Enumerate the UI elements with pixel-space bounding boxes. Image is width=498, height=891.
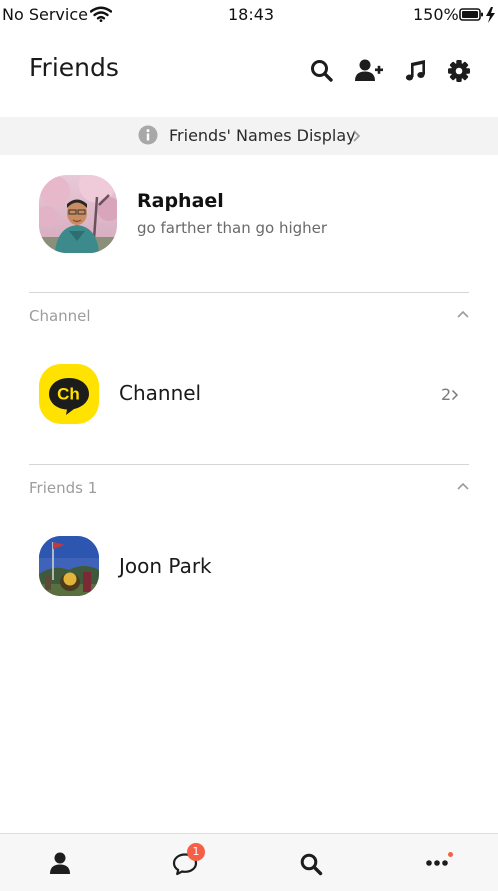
battery-percent: 150% bbox=[413, 5, 459, 24]
gear-icon[interactable] bbox=[446, 58, 472, 84]
tab-more[interactable] bbox=[374, 834, 498, 891]
channel-count: 2 bbox=[441, 385, 452, 404]
battery-icon bbox=[459, 7, 495, 23]
channel-logo[interactable]: Ch bbox=[39, 364, 99, 424]
chevron-right-icon bbox=[353, 130, 361, 142]
page-title: Friends bbox=[29, 53, 119, 82]
tab-chats[interactable]: 1 bbox=[124, 834, 248, 891]
section-header-channel: Channel bbox=[29, 307, 91, 325]
wifi-icon bbox=[90, 6, 112, 22]
clock: 18:43 bbox=[228, 5, 275, 24]
person-icon bbox=[50, 852, 70, 874]
banner-label: Friends' Names Display bbox=[169, 126, 356, 145]
channel-logo-text: Ch bbox=[57, 385, 80, 404]
more-icon bbox=[426, 860, 448, 866]
info-icon bbox=[138, 125, 158, 145]
divider bbox=[29, 464, 469, 465]
friend-name: Joon Park bbox=[119, 554, 212, 578]
friends-names-display-banner[interactable]: Friends' Names Display bbox=[0, 117, 498, 155]
divider bbox=[29, 292, 469, 293]
avatar[interactable] bbox=[39, 175, 117, 253]
tab-friends[interactable] bbox=[0, 834, 124, 891]
music-icon[interactable] bbox=[403, 58, 429, 84]
chevron-right-icon bbox=[451, 389, 459, 401]
status-bar: No Service 18:43 150% bbox=[0, 0, 498, 30]
profile-status-message: go farther than go higher bbox=[137, 219, 328, 237]
carrier-label: No Service bbox=[2, 5, 88, 24]
search-icon[interactable] bbox=[309, 58, 335, 84]
profile-name: Raphael bbox=[137, 190, 224, 212]
friend-avatar[interactable] bbox=[39, 536, 99, 596]
channel-name: Channel bbox=[119, 381, 202, 405]
chats-unread-badge: 1 bbox=[187, 843, 205, 861]
tab-bar: 1 bbox=[0, 833, 498, 891]
search-icon bbox=[300, 853, 323, 876]
chevron-up-icon[interactable] bbox=[454, 306, 472, 324]
chevron-up-icon[interactable] bbox=[454, 478, 472, 496]
section-header-friends: Friends 1 bbox=[29, 479, 98, 497]
new-dot-indicator bbox=[448, 852, 453, 857]
tab-search[interactable] bbox=[248, 834, 372, 891]
add-friend-icon[interactable] bbox=[355, 58, 383, 84]
